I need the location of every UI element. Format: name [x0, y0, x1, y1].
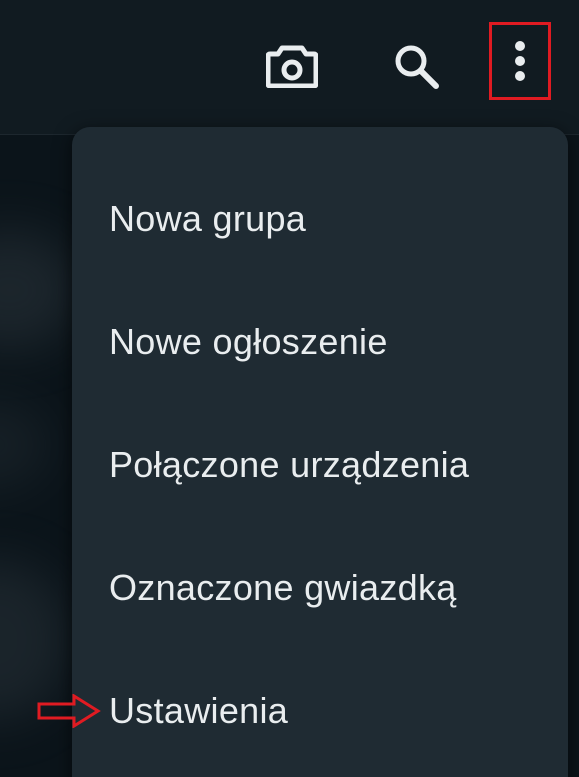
- menu-item-new-group[interactable]: Nowa grupa: [72, 164, 568, 274]
- blurred-background-shape: [0, 400, 50, 490]
- menu-item-label: Nowe ogłoszenie: [109, 321, 388, 362]
- screen: Nowa grupa Nowe ogłoszenie Połączone urz…: [0, 0, 579, 777]
- camera-button[interactable]: [260, 34, 324, 98]
- search-button[interactable]: [384, 34, 448, 98]
- menu-item-new-announcement[interactable]: Nowe ogłoszenie: [72, 287, 568, 397]
- menu-item-label: Oznaczone gwiazdką: [109, 567, 457, 608]
- more-vert-icon: [515, 41, 525, 81]
- menu-item-linked-devices[interactable]: Połączone urządzenia: [72, 410, 568, 520]
- red-arrow-pointer-icon: [37, 694, 101, 728]
- menu-item-label: Połączone urządzenia: [109, 444, 470, 485]
- overflow-menu: Nowa grupa Nowe ogłoszenie Połączone urz…: [72, 127, 568, 777]
- menu-item-label: Nowa grupa: [109, 198, 307, 239]
- camera-icon: [266, 45, 318, 88]
- search-icon: [395, 45, 439, 89]
- more-options-button[interactable]: [489, 22, 551, 100]
- blurred-background-shape: [0, 230, 80, 350]
- app-bar: [0, 0, 579, 135]
- menu-item-starred-messages[interactable]: Oznaczone gwiazdką: [72, 533, 568, 643]
- menu-item-label: Ustawienia: [109, 690, 289, 731]
- menu-item-settings[interactable]: Ustawienia: [72, 656, 568, 766]
